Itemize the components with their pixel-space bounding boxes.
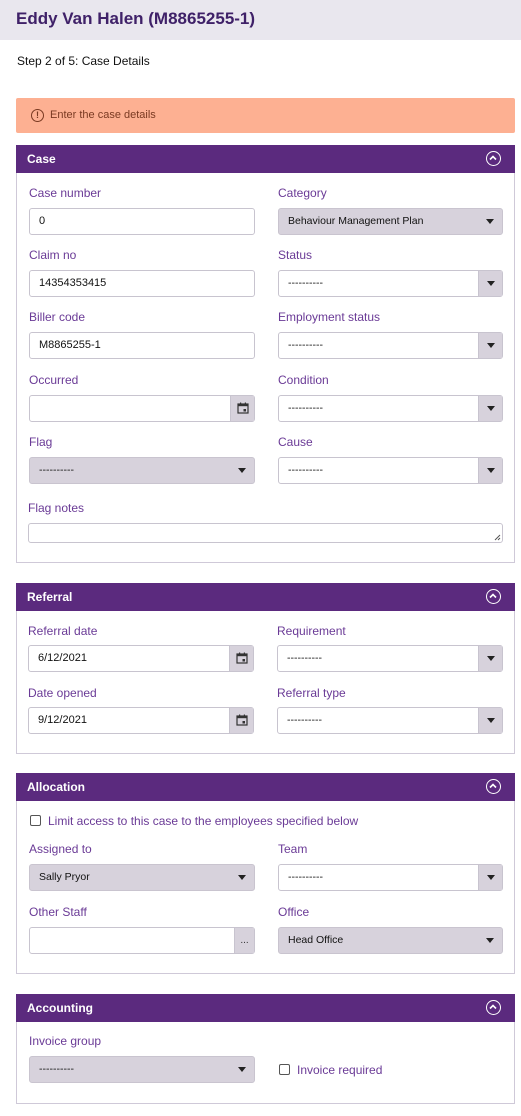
flag-notes-label: Flag notes: [28, 501, 85, 515]
chevron-down-icon: [478, 209, 502, 234]
claim-no-label: Claim no: [29, 248, 77, 262]
biller-code-label: Biller code: [29, 310, 86, 324]
referral-type-value: ----------: [287, 714, 322, 726]
accounting-panel: Accounting Invoice group ---------- Invo…: [16, 994, 515, 1104]
other-staff-label: Other Staff: [29, 905, 87, 919]
date-opened-input[interactable]: 9/12/2021: [28, 707, 254, 734]
requirement-select[interactable]: ----------: [277, 645, 503, 672]
date-opened-label: Date opened: [28, 686, 97, 700]
invoice-required-label[interactable]: Invoice required: [297, 1063, 382, 1077]
chevron-down-icon: [478, 333, 502, 358]
case-panel: Case Case number 0 Category Behaviour Ma…: [16, 145, 515, 563]
chevron-down-icon: [478, 928, 502, 953]
invoice-required-checkbox[interactable]: [279, 1064, 290, 1075]
referral-date-label: Referral date: [28, 624, 98, 638]
calendar-icon[interactable]: [229, 708, 253, 733]
biller-code-input[interactable]: M8865255-1: [29, 332, 255, 359]
claim-no-input[interactable]: 14354353415: [29, 270, 255, 297]
flag-label: Flag: [29, 435, 53, 449]
team-value: ----------: [288, 871, 323, 883]
referral-panel-header[interactable]: Referral: [16, 583, 515, 611]
occurred-date-input[interactable]: [29, 395, 255, 422]
office-value: Head Office: [288, 934, 344, 946]
chevron-down-icon: [478, 865, 502, 890]
allocation-panel-title: Allocation: [27, 780, 86, 794]
employment-status-value: ----------: [288, 339, 323, 351]
category-select[interactable]: Behaviour Management Plan: [278, 208, 503, 235]
info-alert: ! Enter the case details: [16, 98, 515, 133]
resize-handle-icon[interactable]: [494, 534, 501, 541]
referral-date-value: 6/12/2021: [38, 652, 87, 664]
calendar-icon[interactable]: [230, 396, 254, 421]
step-indicator: Step 2 of 5: Case Details: [17, 54, 150, 68]
limit-access-checkbox[interactable]: [30, 815, 41, 826]
referral-panel: Referral Referral date 6/12/2021 Require…: [16, 583, 515, 754]
invoice-group-label: Invoice group: [29, 1034, 102, 1048]
more-options-button[interactable]: ...: [234, 928, 254, 953]
case-panel-title: Case: [27, 152, 56, 166]
cause-value: ----------: [288, 464, 323, 476]
page-header: Eddy Van Halen (M8865255-1): [0, 0, 521, 40]
referral-date-input[interactable]: 6/12/2021: [28, 645, 254, 672]
accounting-panel-header[interactable]: Accounting: [16, 994, 515, 1022]
condition-label: Condition: [278, 373, 329, 387]
collapse-icon[interactable]: [486, 1000, 501, 1015]
employment-status-select[interactable]: ----------: [278, 332, 503, 359]
status-select[interactable]: ----------: [278, 270, 503, 297]
other-staff-input[interactable]: ...: [29, 927, 255, 954]
case-panel-header[interactable]: Case: [16, 145, 515, 173]
page-title: Eddy Van Halen (M8865255-1): [16, 9, 256, 28]
chevron-down-icon: [230, 1057, 254, 1082]
cause-label: Cause: [278, 435, 313, 449]
status-label: Status: [278, 248, 313, 262]
assigned-to-label: Assigned to: [29, 842, 92, 856]
alert-text: Enter the case details: [50, 109, 156, 121]
referral-panel-title: Referral: [27, 590, 73, 604]
collapse-icon[interactable]: [486, 779, 501, 794]
calendar-icon[interactable]: [229, 646, 253, 671]
condition-value: ----------: [288, 402, 323, 414]
invoice-group-select[interactable]: ----------: [29, 1056, 255, 1083]
employment-status-label: Employment status: [278, 310, 381, 324]
cause-select[interactable]: ----------: [278, 457, 503, 484]
team-label: Team: [278, 842, 308, 856]
referral-type-label: Referral type: [277, 686, 346, 700]
info-icon: !: [31, 109, 44, 122]
accounting-panel-title: Accounting: [27, 1001, 93, 1015]
collapse-icon[interactable]: [486, 151, 501, 166]
chevron-down-icon: [230, 458, 254, 483]
flag-select[interactable]: ----------: [29, 457, 255, 484]
allocation-panel: Allocation Limit access to this case to …: [16, 773, 515, 974]
chevron-down-icon: [230, 865, 254, 890]
assigned-to-select[interactable]: Sally Pryor: [29, 864, 255, 891]
requirement-value: ----------: [287, 652, 322, 664]
limit-access-label[interactable]: Limit access to this case to the employe…: [48, 814, 358, 828]
team-select[interactable]: ----------: [278, 864, 503, 891]
date-opened-value: 9/12/2021: [38, 714, 87, 726]
chevron-down-icon: [478, 708, 502, 733]
case-number-label: Case number: [29, 186, 102, 200]
chevron-down-icon: [478, 646, 502, 671]
flag-value: ----------: [39, 464, 74, 476]
category-value: Behaviour Management Plan: [288, 215, 424, 227]
requirement-label: Requirement: [277, 624, 346, 638]
case-number-input[interactable]: 0: [29, 208, 255, 235]
collapse-icon[interactable]: [486, 589, 501, 604]
office-label: Office: [278, 905, 310, 919]
office-select[interactable]: Head Office: [278, 927, 503, 954]
chevron-down-icon: [478, 396, 502, 421]
status-value: ----------: [288, 277, 323, 289]
referral-type-select[interactable]: ----------: [277, 707, 503, 734]
occurred-label: Occurred: [29, 373, 79, 387]
condition-select[interactable]: ----------: [278, 395, 503, 422]
invoice-group-value: ----------: [39, 1063, 74, 1075]
allocation-panel-header[interactable]: Allocation: [16, 773, 515, 801]
chevron-down-icon: [478, 458, 502, 483]
chevron-down-icon: [478, 271, 502, 296]
assigned-to-value: Sally Pryor: [39, 871, 90, 883]
flag-notes-textarea[interactable]: [28, 523, 503, 543]
category-label: Category: [278, 186, 327, 200]
